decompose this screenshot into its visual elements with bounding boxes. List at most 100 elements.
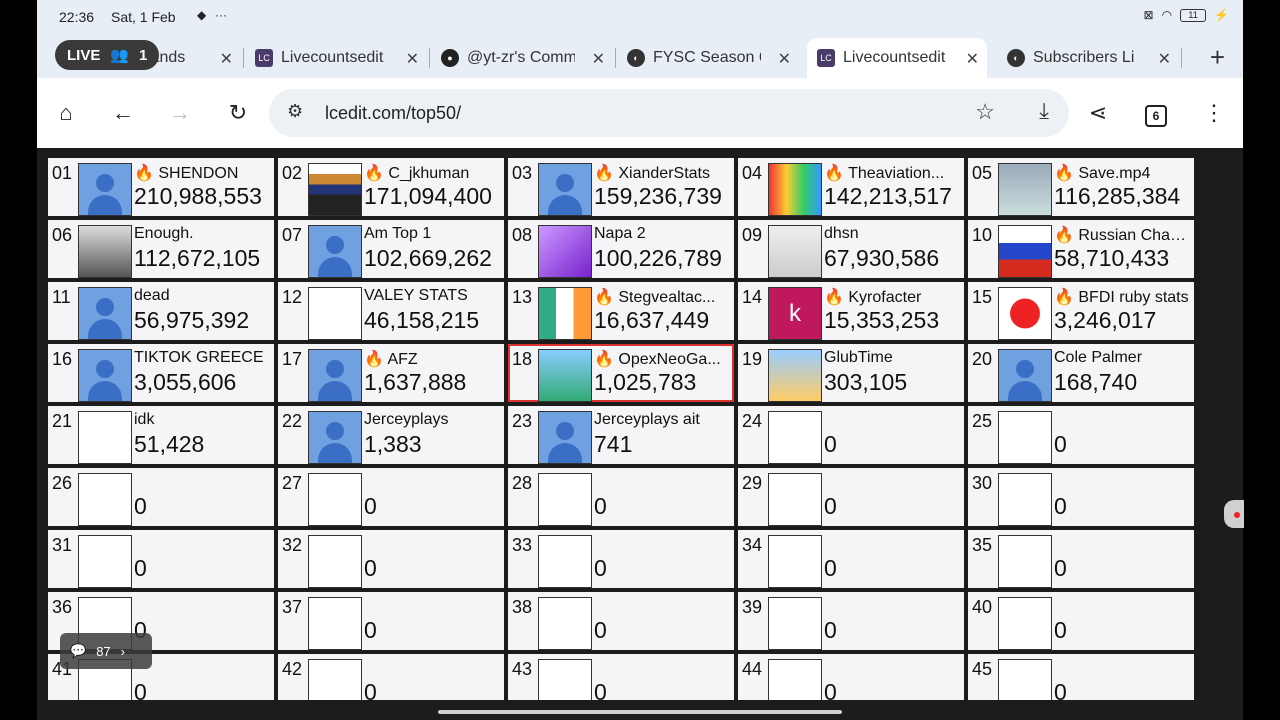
leaderboard-card[interactable]: 27 0 [278, 468, 504, 526]
leaderboard-card[interactable]: 15 🔥 BFDI ruby stats 3,246,017 [968, 282, 1194, 340]
channel-avatar[interactable] [308, 597, 362, 650]
address-bar[interactable]: ⚙ lcedit.com/top50/ ☆ ⤓ [269, 89, 1069, 137]
new-tab-button[interactable]: + [1210, 42, 1225, 73]
leaderboard-card[interactable]: 39 0 [738, 592, 964, 650]
channel-avatar[interactable] [308, 473, 362, 526]
leaderboard-card[interactable]: 05 🔥 Save.mp4 116,285,384 [968, 158, 1194, 216]
leaderboard-card[interactable]: 13 🔥 Stegvealtac... 16,637,449 [508, 282, 734, 340]
channel-avatar[interactable] [308, 225, 362, 278]
close-icon[interactable]: ✕ [406, 49, 419, 69]
chat-overlay[interactable]: 💬 87 › [60, 633, 152, 669]
leaderboard-card[interactable]: 08 Napa 2 100,226,789 [508, 220, 734, 278]
channel-avatar[interactable] [538, 535, 592, 588]
channel-avatar[interactable] [998, 163, 1052, 216]
tab-subscribers[interactable]: ◐ Subscribers Li ✕ [999, 38, 1179, 78]
channel-avatar[interactable] [998, 597, 1052, 650]
leaderboard-card[interactable]: 38 0 [508, 592, 734, 650]
recording-indicator[interactable] [1224, 500, 1244, 528]
channel-avatar[interactable] [538, 163, 592, 216]
close-icon[interactable]: ✕ [1158, 49, 1171, 69]
channel-avatar[interactable] [308, 349, 362, 402]
leaderboard-card[interactable]: 37 0 [278, 592, 504, 650]
channel-avatar[interactable] [538, 597, 592, 650]
leaderboard-card[interactable]: 17 🔥 AFZ 1,637,888 [278, 344, 504, 402]
leaderboard-card[interactable]: 42 0 [278, 654, 504, 700]
back-button[interactable]: ← [108, 98, 138, 128]
leaderboard-card[interactable]: 21 idk 51,428 [48, 406, 274, 464]
close-icon[interactable]: ✕ [592, 49, 605, 69]
channel-avatar[interactable] [308, 287, 362, 340]
channel-avatar[interactable] [998, 287, 1052, 340]
channel-avatar[interactable] [538, 287, 592, 340]
chevron-right-icon[interactable]: › [121, 644, 125, 659]
channel-avatar[interactable] [538, 225, 592, 278]
leaderboard-card[interactable]: 33 0 [508, 530, 734, 588]
leaderboard-card[interactable]: 16 TIKTOK GREECE 3,055,606 [48, 344, 274, 402]
leaderboard-card[interactable]: 03 🔥 XianderStats 159,236,739 [508, 158, 734, 216]
leaderboard-card[interactable]: 31 0 [48, 530, 274, 588]
channel-avatar[interactable]: k [768, 287, 822, 340]
leaderboard-card[interactable]: 19 GlubTime 303,105 [738, 344, 964, 402]
leaderboard-card[interactable]: 18 🔥 OpexNeoGa... 1,025,783 [508, 344, 734, 402]
leaderboard-card[interactable]: 43 0 [508, 654, 734, 700]
channel-avatar[interactable] [768, 473, 822, 526]
leaderboard-card[interactable]: 45 0 [968, 654, 1194, 700]
channel-avatar[interactable] [78, 349, 132, 402]
leaderboard-card[interactable]: 07 Am Top 1 102,669,262 [278, 220, 504, 278]
channel-avatar[interactable] [768, 163, 822, 216]
close-icon[interactable]: ✕ [220, 49, 233, 69]
leaderboard-card[interactable]: 09 dhsn 67,930,586 [738, 220, 964, 278]
leaderboard-card[interactable]: 22 Jerceyplays 1,383 [278, 406, 504, 464]
tab-discord[interactable]: ● @yt-zr's Comm ✕ [433, 38, 613, 78]
channel-avatar[interactable] [78, 163, 132, 216]
leaderboard-card[interactable]: 44 0 [738, 654, 964, 700]
leaderboard-card[interactable]: 14 k 🔥 Kyrofacter 15,353,253 [738, 282, 964, 340]
channel-avatar[interactable] [768, 597, 822, 650]
close-icon[interactable]: ✕ [778, 49, 791, 69]
download-icon[interactable]: ⤓ [1039, 98, 1049, 124]
tab-switcher-button[interactable]: 6 [1141, 98, 1171, 128]
channel-avatar[interactable] [768, 535, 822, 588]
leaderboard-card[interactable]: 40 0 [968, 592, 1194, 650]
channel-avatar[interactable] [308, 535, 362, 588]
channel-avatar[interactable] [538, 659, 592, 700]
leaderboard-card[interactable]: 30 0 [968, 468, 1194, 526]
channel-avatar[interactable] [998, 535, 1052, 588]
channel-avatar[interactable] [998, 225, 1052, 278]
bookmark-star-icon[interactable]: ☆ [975, 99, 995, 125]
channel-avatar[interactable] [538, 473, 592, 526]
forward-button[interactable]: → [165, 98, 195, 128]
channel-avatar[interactable] [768, 411, 822, 464]
site-settings-icon[interactable]: ⚙ [287, 101, 303, 122]
channel-avatar[interactable] [998, 411, 1052, 464]
channel-avatar[interactable] [78, 535, 132, 588]
reload-button[interactable]: ↻ [223, 98, 253, 128]
leaderboard-card[interactable]: 11 dead 56,975,392 [48, 282, 274, 340]
tab-livecountsedit-1[interactable]: LC Livecountsedit ✕ [247, 38, 427, 78]
channel-avatar[interactable] [78, 287, 132, 340]
leaderboard-card[interactable]: 12 VALEY STATS 46,158,215 [278, 282, 504, 340]
channel-avatar[interactable] [998, 349, 1052, 402]
home-button[interactable]: ⌂ [51, 98, 81, 128]
live-badge[interactable]: LIVE 👥 1 [55, 40, 160, 70]
leaderboard-card[interactable]: 04 🔥 Theaviation... 142,213,517 [738, 158, 964, 216]
leaderboard-card[interactable]: 28 0 [508, 468, 734, 526]
leaderboard-card[interactable]: 35 0 [968, 530, 1194, 588]
leaderboard-card[interactable]: 24 0 [738, 406, 964, 464]
leaderboard-card[interactable]: 26 0 [48, 468, 274, 526]
leaderboard-card[interactable]: 23 Jerceyplays ait 741 [508, 406, 734, 464]
channel-avatar[interactable] [78, 473, 132, 526]
leaderboard-card[interactable]: 06 Enough. 112,672,105 [48, 220, 274, 278]
leaderboard-card[interactable]: 10 🔥 Russian Channel...58,710,433 [968, 220, 1194, 278]
channel-avatar[interactable] [768, 659, 822, 700]
leaderboard-card[interactable]: 34 0 [738, 530, 964, 588]
leaderboard-card[interactable]: 01 🔥 SHENDON 210,988,553 [48, 158, 274, 216]
leaderboard-card[interactable]: 25 0 [968, 406, 1194, 464]
channel-avatar[interactable] [998, 473, 1052, 526]
tab-fysc[interactable]: ◐ FYSC Season 6 ✕ [619, 38, 799, 78]
menu-icon[interactable]: ⋮ [1199, 98, 1229, 128]
gesture-bar[interactable] [438, 710, 842, 714]
channel-avatar[interactable] [308, 659, 362, 700]
leaderboard-card[interactable]: 29 0 [738, 468, 964, 526]
channel-avatar[interactable] [538, 349, 592, 402]
